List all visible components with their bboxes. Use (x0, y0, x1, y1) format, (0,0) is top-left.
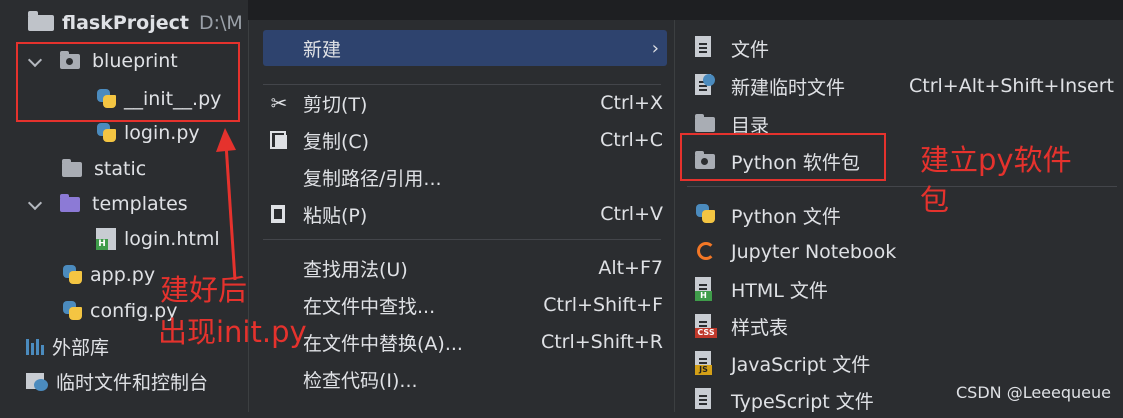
menu-item-find-usages[interactable]: 查找用法(U) Alt+F7 (249, 250, 675, 286)
tree-item-label: app.py (90, 264, 156, 286)
project-name: flaskProject (62, 12, 189, 34)
menu-item-copy-path[interactable]: 复制路径/引用... (249, 159, 675, 195)
submenu-item-jupyter[interactable]: Jupyter Notebook (675, 234, 1123, 270)
menu-item-find-in-files[interactable]: 在文件中查找... Ctrl+Shift+F (249, 287, 675, 323)
folder-icon (62, 158, 82, 177)
annotation-after-build: 建好后 (160, 273, 248, 307)
folder-icon (28, 11, 54, 31)
scratch-file-icon (695, 74, 719, 98)
tree-item-label: 外部库 (52, 336, 110, 359)
tree-item-label: 临时文件和控制台 (56, 371, 209, 394)
project-root-row[interactable]: flaskProject D:\M (28, 8, 243, 38)
python-file-icon (695, 203, 719, 227)
menu-item-cut[interactable]: ✂ 剪切(T) Ctrl+X (249, 85, 675, 121)
submenu-item-stylesheet[interactable]: CSS 样式表 (675, 308, 1123, 344)
project-path: D:\M (198, 12, 243, 34)
scratches-icon (26, 371, 48, 391)
python-file-icon (62, 264, 84, 286)
chevron-right-icon: › (651, 37, 659, 59)
ts-file-icon (695, 388, 719, 412)
submenu-item-javascript-file[interactable]: JS JavaScript 文件 (675, 345, 1123, 381)
annotation-arrow (216, 128, 237, 281)
copy-icon (267, 129, 291, 151)
js-file-icon: JS (695, 351, 719, 375)
tree-item-app-py[interactable]: app.py (62, 260, 155, 290)
context-menu: 新建 › ✂ 剪切(T) Ctrl+X 复制(C) Ctrl+C 复制路径/引用… (248, 20, 675, 412)
editor-tab-strip (248, 0, 1123, 20)
new-submenu: 文件 新建临时文件 Ctrl+Alt+Shift+Insert 目录 Pytho… (674, 20, 1123, 413)
annotation-box-package (680, 133, 886, 181)
chevron-down-icon[interactable] (28, 197, 42, 211)
libraries-icon (26, 337, 44, 355)
templates-folder-icon (60, 193, 80, 212)
menu-item-replace-in-files[interactable]: 在文件中替换(A)... Ctrl+Shift+R (249, 324, 675, 360)
annotation-create-package: 建立py软件 (920, 143, 1072, 177)
menu-item-inspect-code[interactable]: 检查代码(I)... (249, 361, 675, 397)
menu-item-new[interactable]: 新建 › (249, 30, 675, 66)
html-file-icon: H (695, 277, 719, 301)
python-file-icon (96, 122, 118, 144)
tree-item-scratches[interactable]: 临时文件和控制台 (26, 366, 208, 396)
html-file-icon: H (96, 228, 116, 250)
scissors-icon: ✂ (270, 91, 288, 115)
submenu-item-python-file[interactable]: Python 文件 (675, 197, 1123, 233)
annotation-init-appears: 出现init.py (158, 315, 307, 349)
tree-item-external-libraries[interactable]: 外部库 (26, 331, 109, 361)
menu-item-copy[interactable]: 复制(C) Ctrl+C (249, 122, 675, 158)
annotation-create-package-2: 包 (920, 183, 950, 217)
submenu-item-file[interactable]: 文件 (675, 30, 1123, 66)
tree-item-static[interactable]: static (62, 154, 146, 184)
submenu-item-html-file[interactable]: H HTML 文件 (675, 271, 1123, 307)
file-icon (695, 36, 719, 60)
jupyter-icon (695, 240, 719, 264)
watermark: CSDN @Leeequeue (956, 383, 1111, 402)
python-file-icon (62, 300, 84, 322)
submenu-item-scratch-file[interactable]: 新建临时文件 Ctrl+Alt+Shift+Insert (675, 68, 1123, 104)
tree-item-label: static (94, 158, 147, 180)
css-file-icon: CSS (695, 314, 719, 338)
menu-separator (263, 239, 661, 240)
paste-icon (267, 203, 291, 225)
annotation-box-init (16, 42, 240, 122)
menu-item-paste[interactable]: 粘贴(P) Ctrl+V (249, 196, 675, 232)
menu-separator (687, 186, 1117, 187)
